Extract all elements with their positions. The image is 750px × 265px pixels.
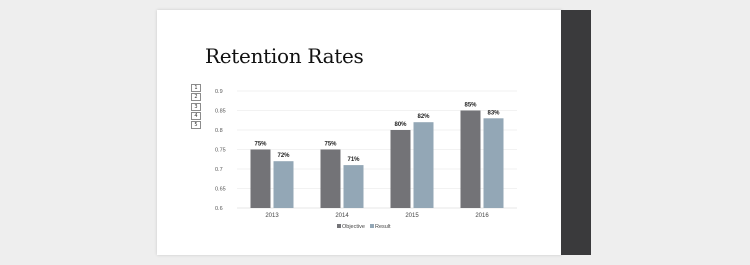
bar-result-2014 [343,165,364,208]
data-label: 82% [417,114,430,120]
bar-objective-2014 [320,149,341,208]
data-label: 75% [324,142,337,148]
data-label: 71% [347,157,360,163]
bar-result-2015 [413,122,434,208]
legend-swatch [337,224,341,228]
data-label: 72% [277,153,290,159]
bar-objective-2013 [250,149,271,208]
data-label: 85% [464,103,477,109]
bar-objective-2016 [460,110,481,208]
data-label: 80% [394,122,407,128]
legend-swatch [370,224,374,228]
data-label: 75% [254,142,267,148]
x-tick-label: 2016 [475,213,489,219]
legend-label: Objective [342,224,365,230]
y-tick-label: 0.6 [215,206,223,212]
side-panel [561,10,591,255]
legend-label: Result [375,224,391,230]
y-tick-label: 0.65 [215,187,226,193]
y-tick-label: 0.7 [215,167,223,173]
bar-chart: 0.6 0.65 0.7 0.75 0.8 0.85 0.9 75% 72% 2013 75% 71%… [215,89,517,230]
y-tick-label: 0.85 [215,109,226,115]
bar-objective-2015 [390,130,411,208]
data-label: 83% [487,110,500,116]
bar-result-2016 [483,118,504,208]
y-tick-label: 0.9 [215,89,223,95]
y-tick-label: 0.75 [215,148,226,154]
y-tick-label: 0.8 [215,128,223,134]
x-tick-label: 2013 [265,213,279,219]
slide[interactable]: Retention Rates 1 2 3 4 5 0.6 0.65 0.7 0.75… [157,10,562,255]
bar-result-2013 [273,161,294,208]
x-tick-label: 2014 [335,213,349,219]
x-tick-label: 2015 [405,213,419,219]
